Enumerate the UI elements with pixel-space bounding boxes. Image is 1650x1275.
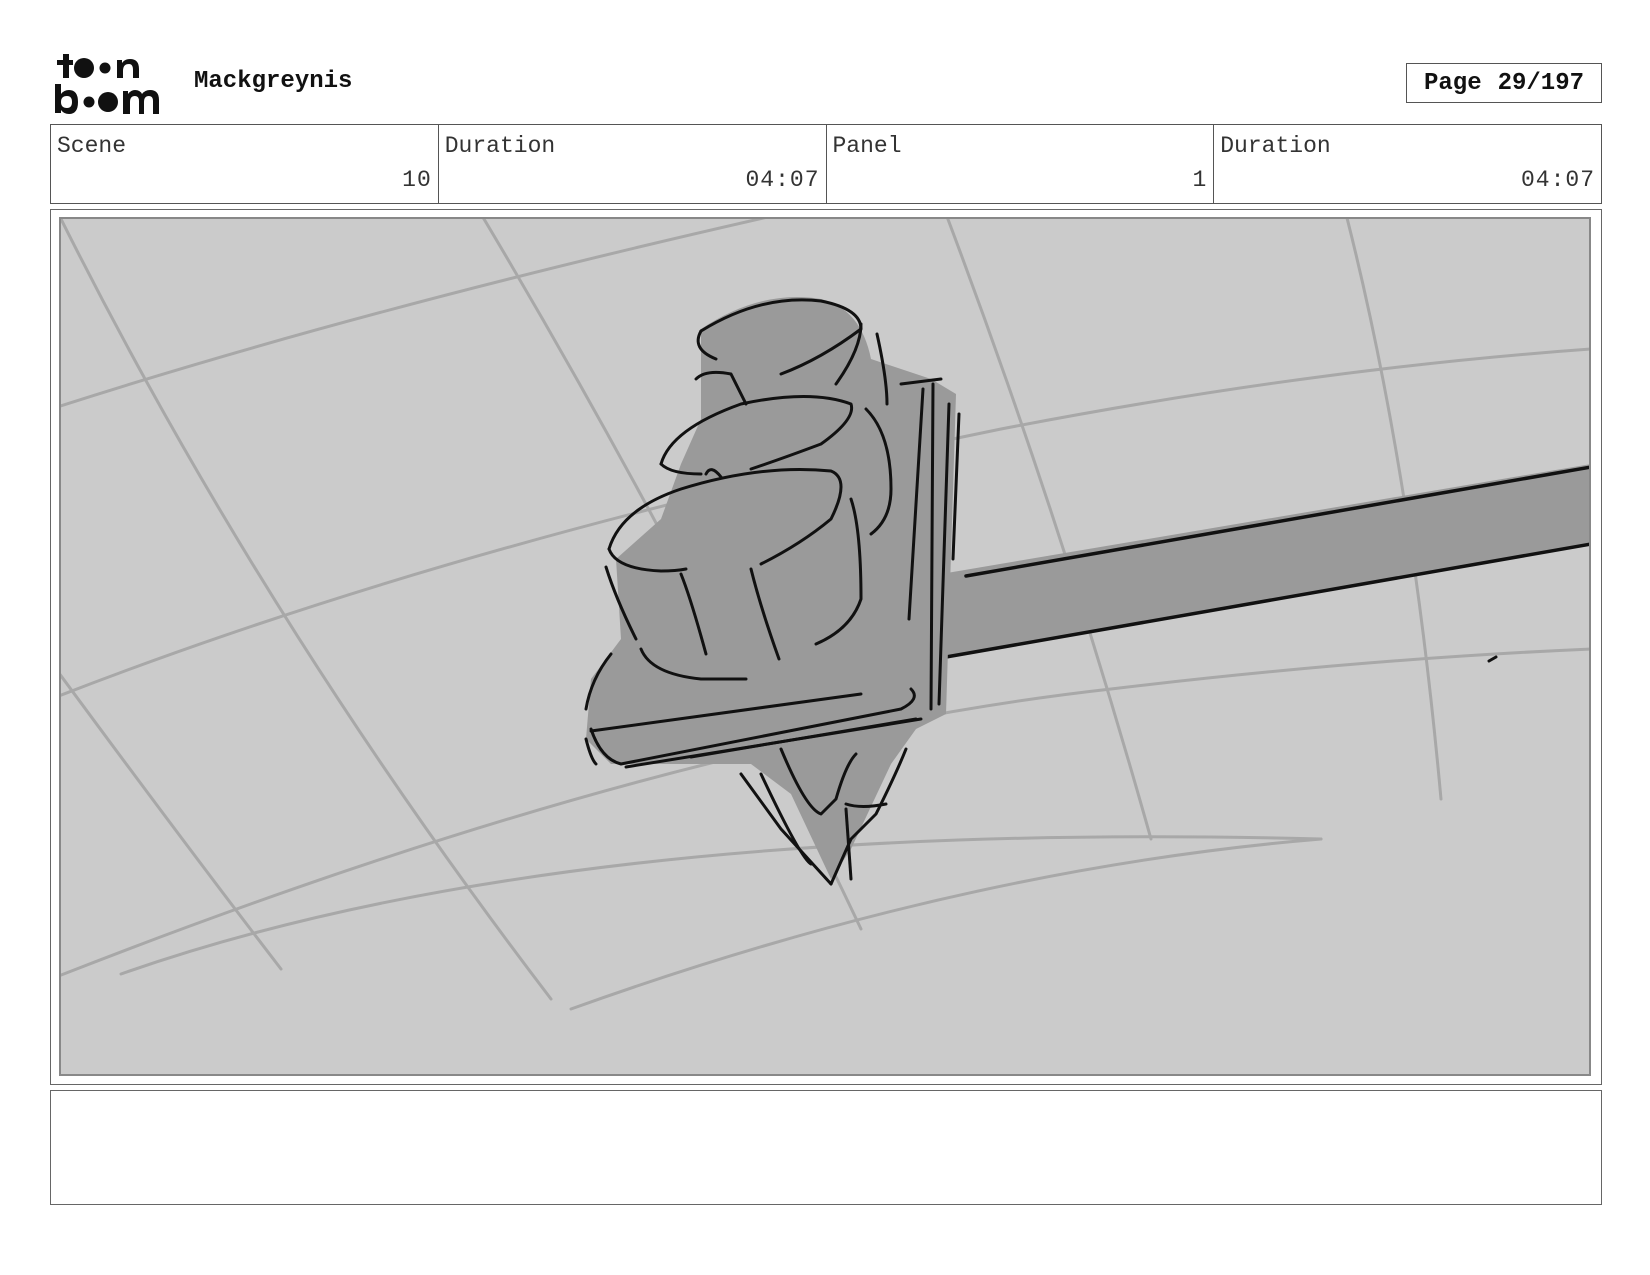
scene-duration-value: 04:07 — [745, 167, 820, 193]
panel-duration-label: Duration — [1220, 133, 1331, 159]
panel-duration-cell: Duration 04:07 — [1214, 125, 1601, 203]
storyboard-sketch — [59, 217, 1591, 1076]
traffic-light-sketch — [61, 219, 1589, 1011]
panel-info-row: Scene 10 Duration 04:07 Panel 1 Duration… — [50, 124, 1602, 204]
storyboard-panel-frame — [50, 209, 1602, 1085]
toon-boom-logo — [53, 52, 171, 116]
project-title: Mackgreynis — [194, 68, 353, 95]
panel-label: Panel — [832, 133, 902, 159]
panel-duration-value: 04:07 — [1520, 167, 1595, 193]
scene-label: Scene — [57, 133, 127, 159]
page-number: 29/197 — [1497, 69, 1585, 97]
panel-cell: Panel 1 — [827, 125, 1215, 203]
scene-duration-cell: Duration 04:07 — [439, 125, 827, 203]
panel-value: 1 — [1192, 167, 1208, 193]
page-indicator: Page 29/197 — [1406, 63, 1602, 103]
scene-cell: Scene 10 — [51, 125, 439, 203]
scene-value: 10 — [402, 167, 432, 193]
panel-notes-box — [50, 1090, 1602, 1205]
scene-duration-label: Duration — [444, 133, 556, 159]
page-label: Page — [1423, 69, 1482, 97]
